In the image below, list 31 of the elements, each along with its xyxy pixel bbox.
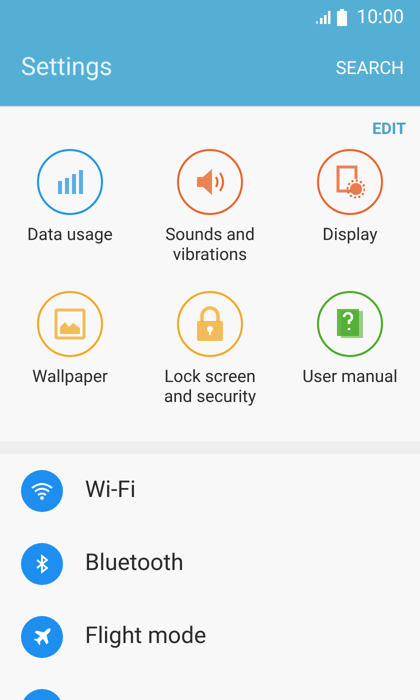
shortcut-label: User manual [301, 367, 399, 387]
shortcut-item[interactable]: Data usage [0, 149, 140, 280]
shortcut-label: Display [322, 225, 378, 245]
wifi-icon [31, 482, 53, 500]
settings-row[interactable]: Flight mode [0, 600, 420, 673]
shortcut-label: Wallpaper [31, 367, 109, 387]
signal-icon [316, 10, 331, 24]
shortcut-label: Lock screen and security [163, 367, 257, 407]
shortcut-item[interactable]: Wallpaper [0, 291, 140, 422]
settings-row[interactable]: Bluetooth [0, 527, 420, 600]
padlock-icon [195, 306, 225, 342]
shortcut-item[interactable]: Display [280, 149, 420, 280]
help-book-icon [335, 308, 365, 340]
settings-row[interactable]: Wi-Fi [0, 454, 420, 527]
row-label: Bluetooth [85, 548, 184, 578]
bluetooth-icon [36, 554, 48, 574]
speaker-icon [194, 166, 226, 198]
shortcut-item[interactable]: Lock screen and security [140, 291, 280, 422]
shortcut-item[interactable]: User manual [280, 291, 420, 422]
display-brightness-icon [335, 165, 365, 199]
airplane-icon [31, 626, 53, 648]
bar-chart-icon [56, 169, 84, 195]
clock-time: 10:00 [356, 4, 404, 30]
row-label: Wi-Fi [85, 475, 136, 506]
image-icon [54, 308, 86, 340]
row-label: Flight mode [85, 621, 206, 652]
shortcut-item[interactable]: Sounds and vibrations [140, 149, 280, 280]
shortcut-label: Sounds and vibrations [164, 225, 256, 265]
shortcut-label: Data usage [26, 225, 114, 245]
battery-icon [336, 8, 347, 26]
page-title: Settings [21, 52, 112, 84]
